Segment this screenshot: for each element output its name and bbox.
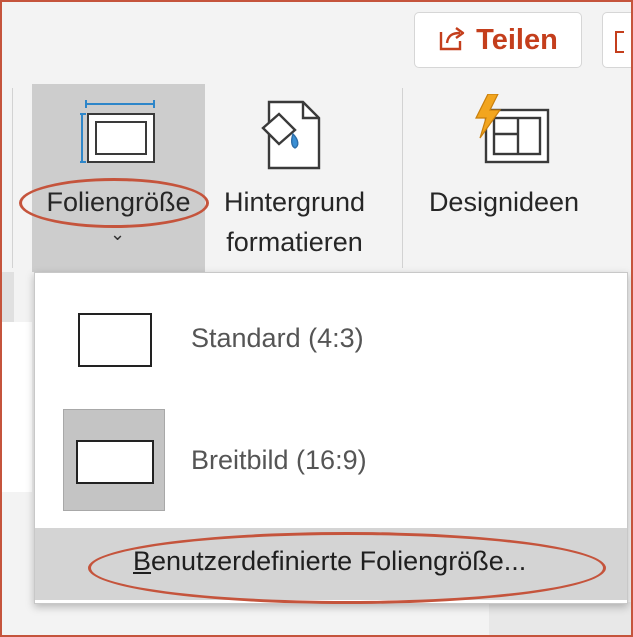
design-ideas-label: Designideen [428,187,580,217]
design-ideas-button[interactable]: Designideen [414,84,594,272]
share-button[interactable]: Teilen [414,12,582,68]
format-background-label-line2: formatieren [226,227,363,257]
design-ideas-icon [472,93,552,171]
status-area [489,602,631,635]
standard-4-3-icon [78,313,152,367]
comment-icon [615,31,624,53]
screenshot-frame: Teilen Foliengröße ⌄ Hintergrund formati… [0,0,633,637]
menu-item-widescreen[interactable]: Breitbild (16:9) [35,401,627,519]
share-label: Teilen [476,23,558,56]
share-icon [438,24,468,57]
widescreen-selected-highlight [63,409,165,511]
ribbon-separator [12,88,13,268]
menu-item-standard[interactable]: Standard (4:3) [35,283,627,401]
annotation-ellipse-custom-size [88,532,606,604]
comments-button[interactable] [602,12,631,68]
slide-size-icon [80,100,160,171]
slide-pane [2,322,32,492]
menu-item-widescreen-label: Breitbild (16:9) [191,445,367,475]
ribbon-separator [402,88,403,268]
widescreen-16-9-icon [76,440,154,484]
menu-item-standard-label: Standard (4:3) [191,323,364,353]
format-background-button[interactable]: Hintergrund formatieren [207,84,382,272]
format-background-label-line1: Hintergrund [223,187,366,217]
format-background-icon [259,98,327,177]
annotation-ellipse-slide-size [19,178,209,228]
